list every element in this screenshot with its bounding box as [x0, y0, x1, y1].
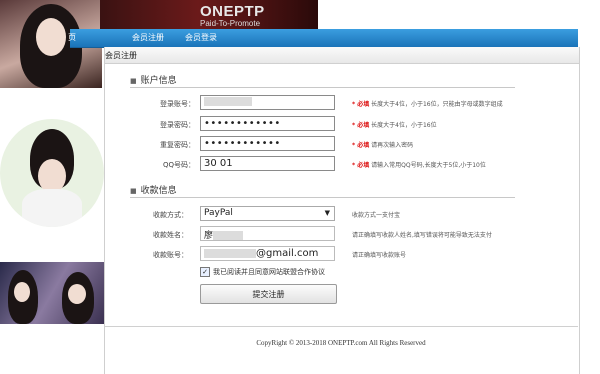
copyright-text: CopyRight © 2013-2018 ONEPTP.com All Rig…	[256, 339, 426, 347]
section-account-heading: ■ 账户信息	[130, 76, 177, 86]
qq-input[interactable]: 30 01	[200, 156, 335, 171]
agreement-checkbox[interactable]: ✓	[200, 267, 210, 277]
redacted-text	[213, 231, 244, 240]
login-account-hint: * 必填 长度大于4位，小于16位，只能由字母或数字组成	[352, 101, 503, 108]
site-logo[interactable]: ONEPTP	[200, 3, 265, 20]
bullet-icon: ■	[130, 187, 137, 195]
decorative-photo-middle	[0, 119, 104, 227]
chevron-down-icon: ▼	[324, 209, 330, 217]
payment-method-hint: 收款方式一支付宝	[352, 212, 401, 219]
decorative-photo-bottom	[0, 262, 104, 324]
password-input[interactable]: ••••••••••••	[200, 116, 335, 131]
payment-method-label: 收款方式：	[153, 211, 188, 219]
payee-account-label: 收款账号：	[153, 251, 188, 259]
login-account-input[interactable]	[200, 95, 335, 110]
submit-registration-button[interactable]: 提交注册	[200, 284, 337, 304]
nav-home[interactable]: 页	[68, 32, 76, 43]
panel-title: 会员注册	[105, 51, 137, 60]
payee-name-hint: 请正确填写收款人姓名,填写错误将可能导致无法支付	[352, 232, 492, 239]
site-tagline: Paid-To-Promote	[200, 19, 261, 28]
payee-account-input[interactable]: @gmail.com	[200, 246, 335, 261]
qq-label: QQ号码：	[162, 161, 195, 169]
nav-register[interactable]: 会员注册	[132, 32, 164, 43]
qq-hint: * 必填 请输入常用QQ号码,长度大于5位,小于10位	[352, 162, 486, 169]
section-divider	[130, 197, 515, 198]
bullet-icon: ■	[130, 77, 137, 85]
payment-method-select[interactable]: PayPal ▼	[200, 206, 335, 221]
login-account-label: 登录账号：	[160, 100, 195, 108]
payee-name-input[interactable]: 廖	[200, 226, 335, 241]
panel-header: 会员注册	[105, 47, 579, 64]
redacted-text	[204, 248, 256, 258]
confirm-password-label: 重复密码：	[160, 141, 195, 149]
password-hint: * 必填 长度大于4位，小于16位	[352, 122, 437, 129]
section-divider	[130, 87, 515, 88]
payee-name-label: 收款姓名：	[153, 231, 188, 239]
password-label: 登录密码：	[160, 121, 195, 129]
confirm-password-input[interactable]: ••••••••••••	[200, 136, 335, 151]
nav-login[interactable]: 会员登录	[185, 32, 217, 43]
footer-divider	[104, 326, 578, 327]
section-payment-heading: ■ 收款信息	[130, 186, 177, 196]
confirm-password-hint: * 必填 请再次输入密码	[352, 142, 414, 149]
agreement-label[interactable]: 我已阅读并且同意网站联盟合作协议	[213, 267, 325, 277]
payee-account-hint: 请正确填写收款账号	[352, 252, 407, 259]
main-nav: 页 会员注册 会员登录	[68, 29, 578, 48]
redacted-text	[204, 97, 252, 106]
